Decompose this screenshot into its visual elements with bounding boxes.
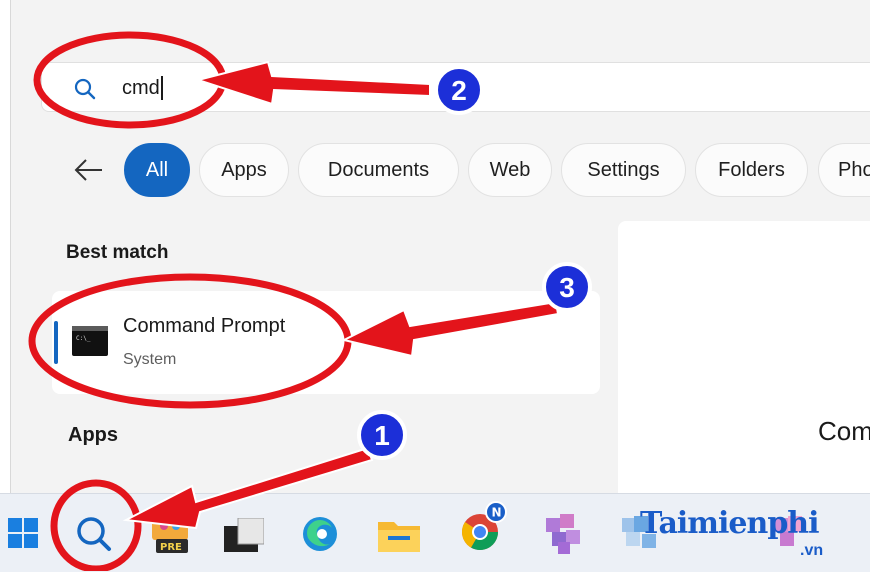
filter-settings-label: Settings bbox=[587, 158, 660, 181]
taskbar: PRE N Taimienphi .vn bbox=[0, 493, 870, 572]
chrome-icon[interactable]: N bbox=[458, 500, 510, 554]
result-subtitle: System bbox=[123, 351, 177, 368]
taskbar-search-icon[interactable] bbox=[72, 513, 116, 555]
result-title: Command Prompt bbox=[123, 315, 286, 337]
filter-all-label: All bbox=[145, 158, 169, 181]
edge-icon[interactable] bbox=[300, 514, 340, 554]
terminal-icon[interactable] bbox=[224, 518, 264, 552]
filter-apps-label: Apps bbox=[221, 158, 267, 181]
command-prompt-result[interactable]: C:\_ Command Prompt System bbox=[52, 291, 600, 394]
filter-documents[interactable]: Documents bbox=[298, 143, 459, 197]
filter-settings[interactable]: Settings bbox=[561, 143, 686, 197]
pre-badge: PRE bbox=[160, 542, 182, 553]
selection-indicator bbox=[54, 321, 58, 364]
filter-documents-label: Documents bbox=[327, 158, 430, 181]
filter-folders[interactable]: Folders bbox=[695, 143, 808, 197]
search-input[interactable]: cmd bbox=[122, 76, 163, 100]
app-icon[interactable] bbox=[542, 512, 588, 556]
best-match-heading: Best match bbox=[66, 242, 169, 263]
windows-start-icon[interactable] bbox=[8, 518, 38, 548]
watermark-domain: .vn bbox=[800, 542, 824, 559]
filter-web[interactable]: Web bbox=[468, 143, 552, 197]
search-box[interactable]: cmd bbox=[41, 62, 870, 112]
filter-photos[interactable]: Pho bbox=[818, 143, 870, 197]
preview-title: Com bbox=[818, 416, 870, 446]
watermark-logo: Taimienphi bbox=[640, 506, 820, 541]
chrome-badge: N bbox=[492, 506, 502, 520]
filter-all[interactable]: All bbox=[124, 143, 190, 197]
paint-preview-icon[interactable]: PRE bbox=[150, 514, 192, 554]
back-arrow-icon[interactable] bbox=[72, 155, 104, 185]
filter-web-label: Web bbox=[489, 158, 531, 181]
filter-apps[interactable]: Apps bbox=[199, 143, 289, 197]
command-prompt-icon: C:\_ bbox=[72, 326, 108, 356]
svg-text:C:\_: C:\_ bbox=[76, 335, 91, 342]
filter-folders-label: Folders bbox=[718, 158, 785, 181]
apps-heading: Apps bbox=[68, 424, 118, 446]
search-icon bbox=[74, 78, 96, 100]
preview-pane: Com bbox=[618, 221, 870, 493]
file-explorer-icon[interactable] bbox=[378, 518, 420, 552]
filter-photos-label: Pho bbox=[838, 158, 870, 181]
